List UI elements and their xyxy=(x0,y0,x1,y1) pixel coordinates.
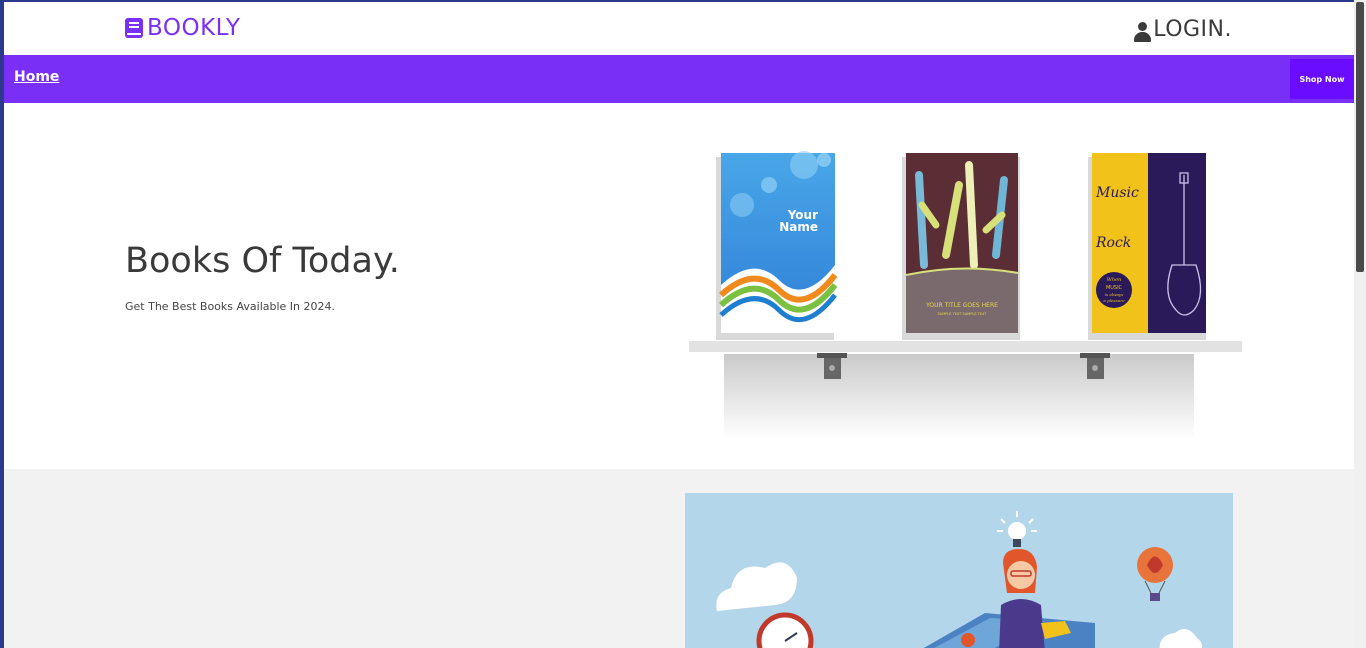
book3-badge-line3: is always xyxy=(1105,292,1123,297)
book2-subtitle: SAMPLE TEXT SAMPLE TEXT xyxy=(938,312,988,316)
book3-word1: Music xyxy=(1095,185,1139,201)
shop-now-button[interactable]: Shop Now xyxy=(1290,59,1354,99)
main-navbar: Home Shop Now xyxy=(4,55,1354,103)
book3-badge-line1: When xyxy=(1107,277,1122,283)
login-label: LOGIN. xyxy=(1153,17,1232,42)
bookshelf-image: Your Name YOUR TITLE GOES HERE SAMPLE TE… xyxy=(689,151,1242,439)
reading-woman-illustration xyxy=(685,493,1233,648)
nav-home-link[interactable]: Home xyxy=(14,69,59,85)
book1-line2: Name xyxy=(779,220,818,234)
hero-title: Books Of Today. xyxy=(125,241,400,281)
book3-word2: Rock xyxy=(1095,235,1131,251)
hero-section: Books Of Today. Get The Best Books Avail… xyxy=(4,103,1354,469)
book-cover-3: Music Rock When MUSIC is always a pleasu… xyxy=(1088,153,1206,340)
book-icon xyxy=(125,18,143,38)
hero-subtitle: Get The Best Books Available In 2024. xyxy=(125,300,336,313)
book-cover-1: Your Name xyxy=(716,151,838,340)
features-section xyxy=(4,469,1354,648)
book3-badge-line4: a pleasure xyxy=(1103,298,1125,303)
user-icon xyxy=(1134,22,1152,42)
book3-badge-line2: MUSIC xyxy=(1106,285,1123,291)
browser-viewport: BOOKLY LOGIN. Home Shop Now Books Of Tod… xyxy=(4,2,1354,648)
login-link[interactable]: LOGIN. xyxy=(1134,17,1232,42)
brand-logo[interactable]: BOOKLY xyxy=(125,15,240,41)
brand-name: BOOKLY xyxy=(147,15,241,41)
page-scrollbar[interactable] xyxy=(1354,0,1366,648)
site-header: BOOKLY LOGIN. xyxy=(4,2,1354,55)
book-cover-2: YOUR TITLE GOES HERE SAMPLE TEXT SAMPLE … xyxy=(902,153,1020,340)
book2-title: YOUR TITLE GOES HERE xyxy=(925,302,998,309)
scrollbar-thumb[interactable] xyxy=(1356,2,1364,272)
